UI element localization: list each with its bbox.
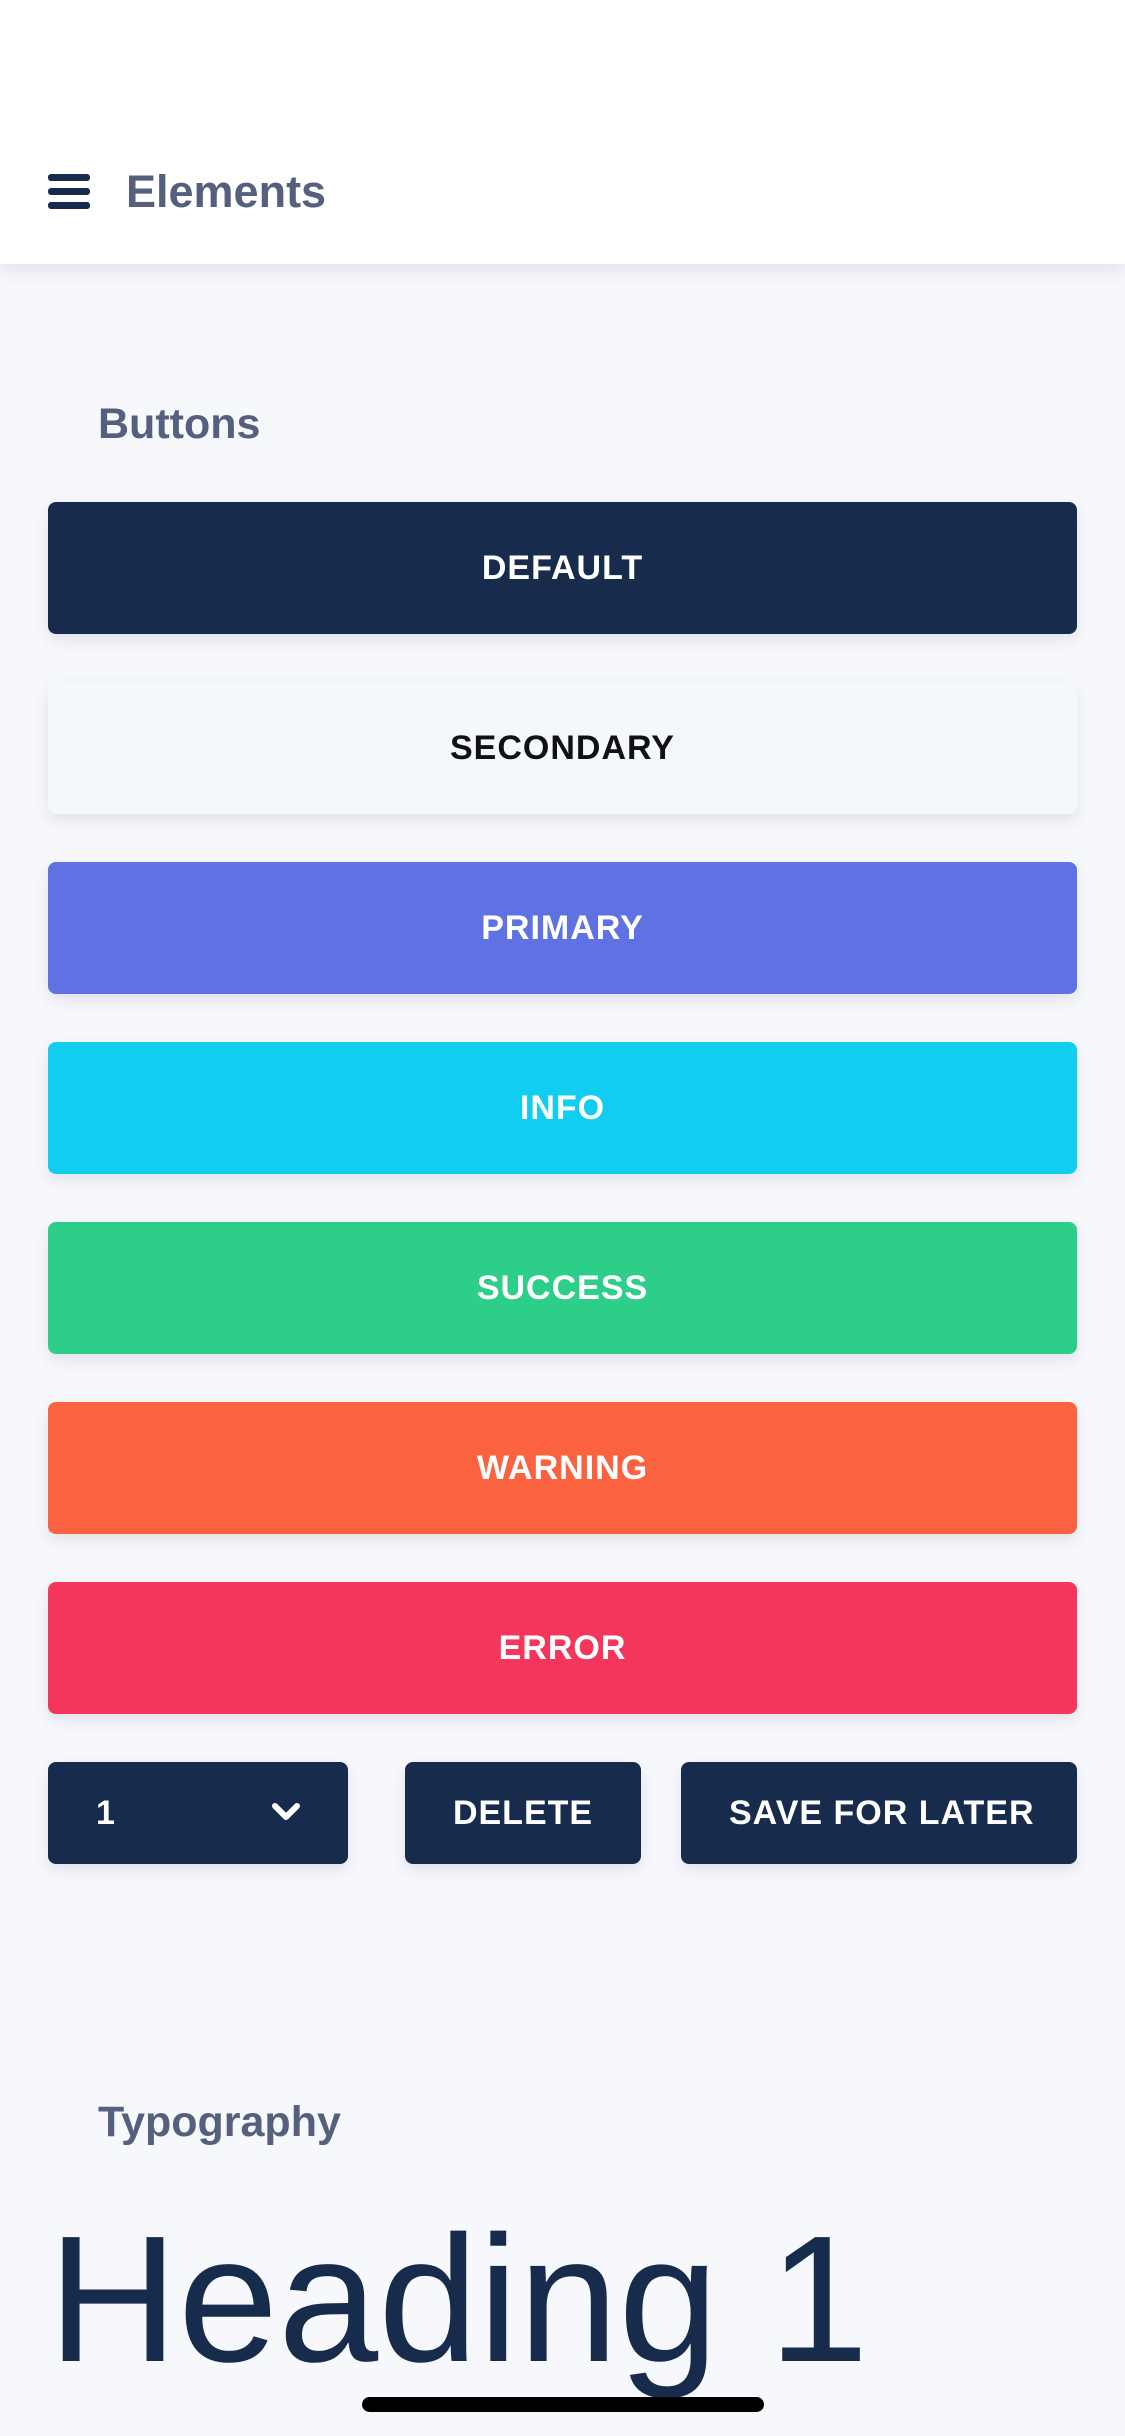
home-indicator[interactable]: [362, 2397, 764, 2412]
default-button[interactable]: DEFAULT: [48, 502, 1077, 634]
select-value: 1: [96, 1794, 115, 1832]
quantity-select[interactable]: 1: [48, 1762, 348, 1864]
secondary-button[interactable]: SECONDARY: [48, 682, 1077, 814]
success-button[interactable]: SUCCESS: [48, 1222, 1077, 1354]
primary-button[interactable]: PRIMARY: [48, 862, 1077, 994]
app-header: Elements: [0, 0, 1125, 264]
section-title-typography: Typography: [98, 2098, 341, 2146]
delete-button[interactable]: DELETE: [405, 1762, 641, 1864]
info-button[interactable]: INFO: [48, 1042, 1077, 1174]
save-for-later-button[interactable]: SAVE FOR LATER: [681, 1762, 1077, 1864]
error-button[interactable]: ERROR: [48, 1582, 1077, 1714]
heading-1-sample: Heading 1: [48, 2199, 869, 2400]
chevron-down-icon: [272, 1803, 300, 1820]
hamburger-menu-icon[interactable]: [48, 174, 90, 210]
page-title: Elements: [126, 166, 327, 217]
warning-button[interactable]: WARNING: [48, 1402, 1077, 1534]
section-title-buttons: Buttons: [98, 400, 261, 448]
